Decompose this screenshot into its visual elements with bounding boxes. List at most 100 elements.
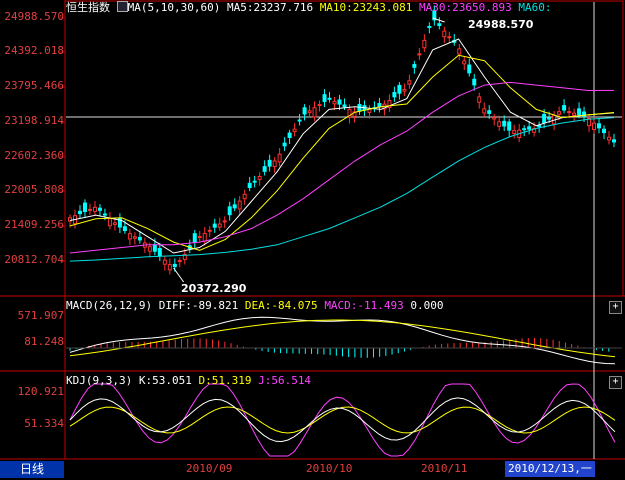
candle-body (132, 236, 137, 239)
period-tab-daily[interactable]: 日线 (0, 461, 64, 478)
kdj-d-line (69, 406, 616, 434)
candle-body (477, 96, 482, 103)
candle-body (607, 136, 612, 141)
candle-body (572, 112, 577, 116)
candle-body (192, 233, 197, 243)
candle-body (462, 60, 467, 65)
kdj-j-value: J:56.514 (258, 374, 312, 387)
candle-body (247, 182, 252, 189)
candle-body (267, 159, 272, 167)
candle-body (302, 107, 307, 115)
panel-frames (0, 0, 625, 460)
peak-label: 24988.570 (468, 18, 534, 31)
candle-body (107, 218, 112, 227)
candle-body (577, 108, 582, 116)
candle-body (277, 153, 282, 163)
macd-plot[interactable] (66, 316, 622, 365)
macd-diff-value: DIFF:-89.821 (158, 299, 239, 312)
candle-body (417, 53, 422, 56)
candle-body (422, 39, 427, 49)
candle-body (312, 107, 317, 118)
candle-body (147, 246, 152, 252)
macd-y-label-0: 571.907 (17, 309, 64, 322)
candle-body (492, 117, 497, 120)
candle-body (522, 128, 527, 131)
candle-body (457, 48, 462, 55)
candle-body (227, 206, 232, 216)
kdj-legend: KDJ(9,3,3) K:53.051 D:51.319 J:56.514 (66, 374, 311, 388)
macd-y-label-1: 81.248 (24, 335, 64, 348)
candle-body (157, 247, 162, 257)
candle-body (537, 125, 542, 128)
candle-body (427, 25, 432, 28)
y-label-5: 22005.808 (4, 183, 64, 196)
ma5-value: MA5:23237.716 (226, 1, 314, 14)
candle-body (112, 222, 117, 225)
candle-body (342, 104, 347, 108)
main-price-plot[interactable] (68, 5, 616, 283)
candle-body (167, 264, 172, 271)
ma5-line (69, 38, 615, 254)
candle-body (317, 104, 322, 107)
macd-dea-value: DEA:-84.075 (244, 299, 318, 312)
y-label-6: 21409.256 (4, 218, 64, 231)
candle-body (287, 132, 292, 139)
candle-body (512, 130, 517, 135)
x-label-nov: 2010/11 (421, 462, 468, 475)
ma60-value: MA60: (518, 1, 552, 14)
candle-body (92, 206, 97, 212)
candle-body (77, 210, 82, 215)
kdj-y-label-0: 120.921 (17, 385, 64, 398)
candle-body (257, 176, 262, 180)
trough-pointer (173, 267, 185, 283)
candle-body (207, 229, 212, 232)
kdj-expand-button[interactable]: + (609, 376, 622, 389)
candle-body (252, 180, 257, 183)
candle-body (282, 142, 287, 147)
candle-body (547, 117, 552, 120)
candle-body (467, 64, 472, 74)
candle-body (197, 236, 202, 239)
candle-body (527, 126, 532, 130)
y-label-0: 24988.570 (4, 10, 64, 23)
kdj-d-value: D:51.319 (198, 374, 252, 387)
candle-body (392, 92, 397, 98)
candle-body (332, 100, 337, 105)
candle-body (122, 226, 127, 232)
y-label-7: 20812.704 (4, 253, 64, 266)
candle-body (502, 120, 507, 127)
kdj-plot[interactable] (69, 383, 616, 457)
candle-body (237, 200, 242, 210)
macd-legend: MACD(26,12,9) DIFF:-89.821 DEA:-84.075 M… (66, 299, 444, 313)
macd-zero: 0.000 (410, 299, 444, 312)
candle-body (292, 128, 297, 132)
kdj-k-line (69, 397, 616, 443)
kdj-k-value: K:53.051 (138, 374, 192, 387)
y-label-4: 22602.360 (4, 149, 64, 162)
candle-body (177, 260, 182, 263)
chart-canvas[interactable] (0, 0, 625, 480)
candle-body (272, 160, 277, 167)
index-title: 恒生指数 (66, 1, 110, 14)
candle-body (217, 223, 222, 228)
candle-body (507, 121, 512, 131)
macd-value: MACD:-11.493 (324, 299, 404, 312)
macd-label: MACD(26,12,9) (66, 299, 153, 312)
candle-body (557, 111, 562, 115)
macd-diff-line (69, 316, 616, 365)
candle-body (592, 122, 597, 131)
kdj-j-line (69, 383, 616, 457)
macd-expand-button[interactable]: + (609, 301, 622, 314)
candle-body (232, 204, 237, 209)
candle-body (447, 36, 452, 39)
main-legend: 恒生指数 MA(5,10,30,60) MA5:23237.716 MA10:2… (66, 1, 552, 15)
ma-label: MA(5,10,30,60) (127, 1, 221, 14)
candle-body (357, 103, 362, 112)
ma30-value: MA30:23650.893 (419, 1, 512, 14)
x-label-oct: 2010/10 (306, 462, 353, 475)
candle-body (407, 80, 412, 85)
y-label-2: 23795.466 (4, 79, 64, 92)
candle-body (87, 208, 92, 211)
ma-settings-icon[interactable] (116, 1, 128, 12)
candle-body (162, 259, 167, 265)
